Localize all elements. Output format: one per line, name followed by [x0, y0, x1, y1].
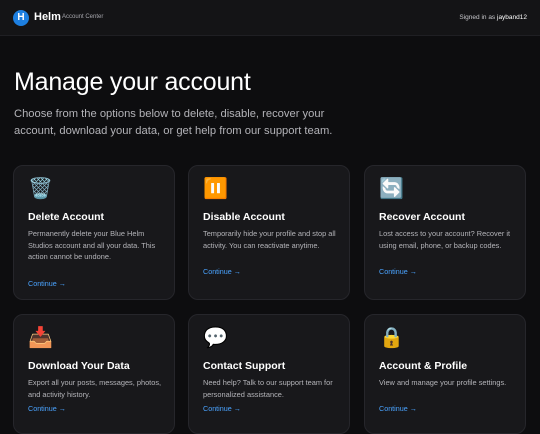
- top-bar: H Helm Account Center Signed in as jayba…: [0, 0, 540, 36]
- download-data-continue-link[interactable]: Continue →: [28, 404, 66, 413]
- account-profile-continue-link[interactable]: Continue →: [379, 404, 417, 413]
- card-description: Permanently delete your Blue Helm Studio…: [28, 229, 156, 261]
- card-title: Recover Account: [379, 211, 465, 223]
- signed-in-status: Signed in as jayband12: [459, 14, 527, 21]
- download-tray-icon: 📥: [28, 327, 53, 349]
- brand-subtitle: Account Center: [62, 14, 104, 20]
- card-description: Export all your posts, messages, photos,…: [28, 378, 162, 399]
- card-title: Delete Account: [28, 211, 105, 223]
- recover-account-continue-link[interactable]: Continue →: [379, 267, 417, 276]
- delete-account-card[interactable]: 🗑️ Delete Account Permanently delete you…: [13, 165, 175, 300]
- disable-account-card[interactable]: ⏸️ Disable Account Temporarily hide your…: [188, 165, 350, 300]
- page-title: Manage your account: [14, 68, 251, 96]
- card-description: View and manage your profile settings.: [379, 378, 507, 387]
- disable-account-continue-link[interactable]: Continue →: [203, 267, 241, 276]
- pause-icon: ⏸️: [203, 178, 228, 200]
- speech-bubble-icon: 💬: [203, 327, 228, 349]
- signed-in-label: Signed in as: [459, 14, 496, 21]
- page-subtitle: Choose from the options below to delete,…: [14, 108, 333, 137]
- trash-icon: 🗑️: [28, 178, 53, 200]
- card-description: Temporarily hide your profile and stop a…: [203, 229, 336, 250]
- contact-support-continue-link[interactable]: Continue →: [203, 404, 241, 413]
- helm-logo[interactable]: H: [13, 10, 29, 26]
- contact-support-card[interactable]: 💬 Contact Support Need help? Talk to our…: [188, 314, 350, 434]
- refresh-icon: 🔄: [379, 178, 404, 200]
- card-description: Lost access to your account? Recover it …: [379, 229, 511, 250]
- recover-account-card[interactable]: 🔄 Recover Account Lost access to your ac…: [364, 165, 526, 300]
- username[interactable]: jayband12: [497, 14, 527, 21]
- card-title: Contact Support: [203, 360, 286, 372]
- card-title: Disable Account: [203, 211, 285, 223]
- delete-account-continue-link[interactable]: Continue →: [28, 279, 66, 288]
- account-profile-card[interactable]: 🔒 Account & Profile View and manage your…: [364, 314, 526, 434]
- lock-icon: 🔒: [379, 327, 404, 349]
- card-title: Download Your Data: [28, 360, 130, 372]
- brand-name: Helm: [34, 11, 61, 23]
- download-data-card[interactable]: 📥 Download Your Data Export all your pos…: [13, 314, 175, 434]
- card-title: Account & Profile: [379, 360, 468, 372]
- card-description: Need help? Talk to our support team for …: [203, 378, 333, 399]
